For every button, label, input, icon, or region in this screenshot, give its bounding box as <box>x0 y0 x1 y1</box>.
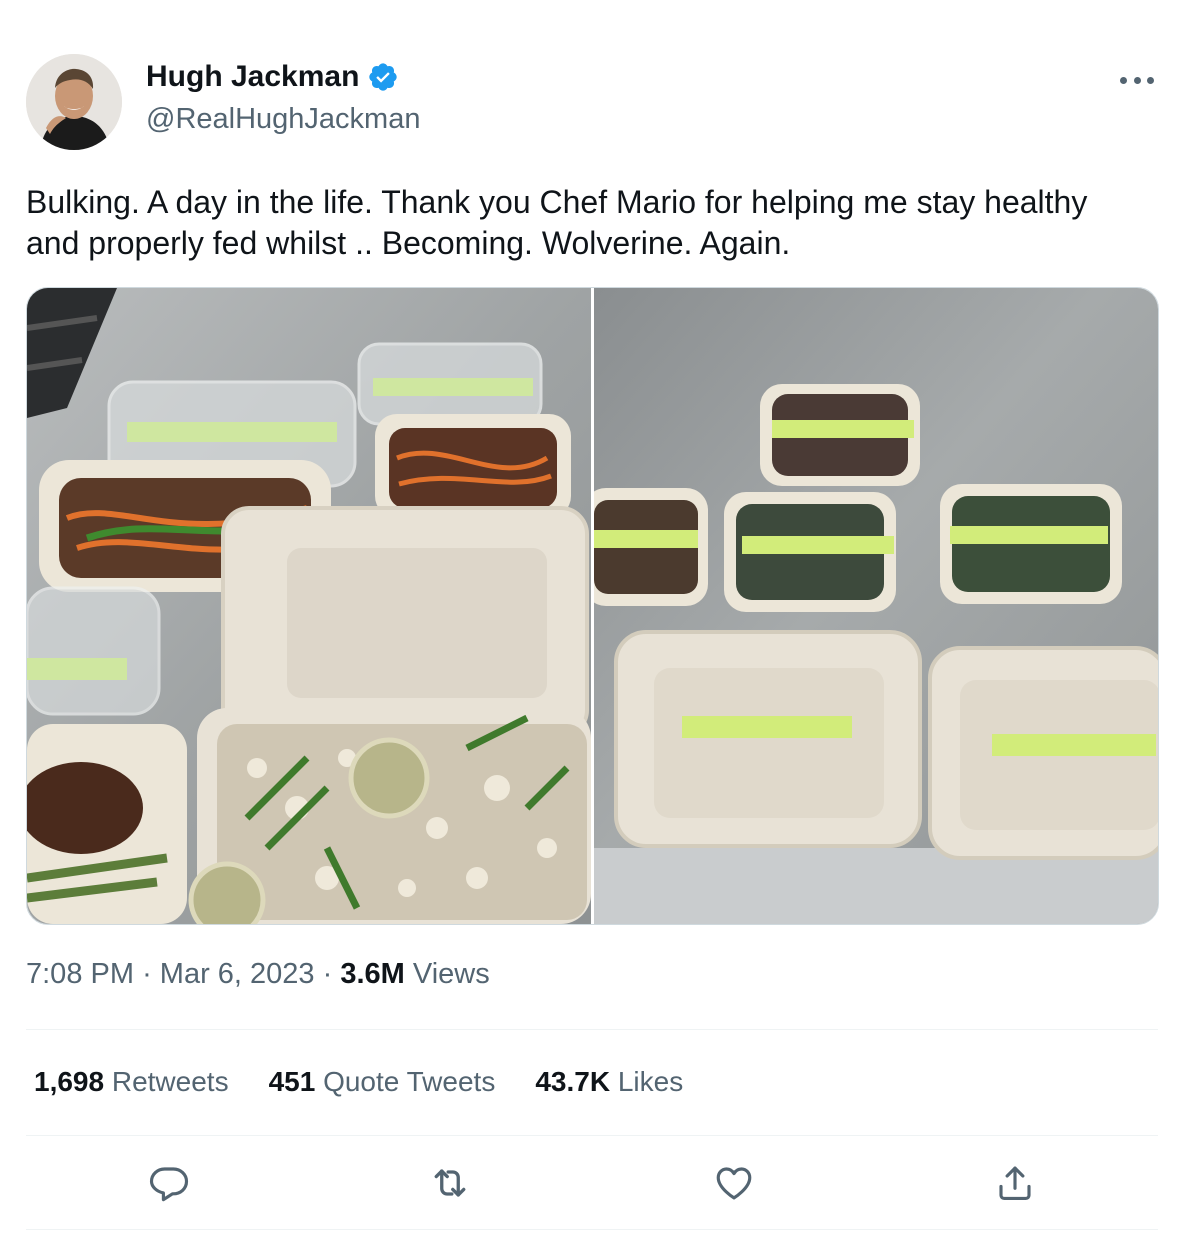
tweet-time[interactable]: 7:08 PM <box>26 958 134 990</box>
retweet-icon <box>434 1169 466 1197</box>
likes-count: 43.7K <box>535 1066 611 1097</box>
more-dot-icon <box>1133 76 1141 84</box>
verified-badge-icon <box>369 63 398 91</box>
likes-label: Likes <box>617 1066 684 1097</box>
avatar[interactable] <box>26 54 122 150</box>
tweet-photo-1[interactable] <box>27 288 591 924</box>
user-handle[interactable]: @RealHughJackman <box>146 103 420 136</box>
reply-button[interactable] <box>146 1160 192 1206</box>
meal-prep-photo-2 <box>594 288 1158 924</box>
quote-tweets-count: 451 <box>268 1066 316 1097</box>
retweets-stat[interactable]: 1,698 Retweets <box>34 1066 229 1098</box>
engagement-stats: 1,698 Retweets 451 Quote Tweets 43.7K Li… <box>34 1066 683 1098</box>
share-icon <box>999 1166 1031 1200</box>
more-dot-icon <box>1120 76 1127 84</box>
retweets-count: 1,698 <box>34 1066 105 1097</box>
views-count: 3.6M <box>340 958 405 990</box>
like-icon <box>716 1167 752 1200</box>
tweet-media <box>26 287 1159 925</box>
action-bar <box>26 1158 1158 1210</box>
quote-tweets-stat[interactable]: 451 Quote Tweets <box>269 1066 496 1098</box>
display-name-text: Hugh Jackman <box>146 60 360 93</box>
more-dot-icon <box>1147 76 1154 84</box>
views-label: Views <box>412 958 490 990</box>
tweet-meta: 7:08 PM · Mar 6, 2023 · 3.6M Views <box>26 958 490 991</box>
like-button[interactable] <box>711 1160 757 1206</box>
divider <box>26 1229 1158 1230</box>
retweet-button[interactable] <box>427 1160 473 1206</box>
reply-icon <box>149 1167 189 1202</box>
avatar-image <box>26 54 122 150</box>
likes-stat[interactable]: 43.7K Likes <box>535 1066 683 1098</box>
quote-tweets-label: Quote Tweets <box>323 1066 496 1097</box>
divider <box>26 1029 1158 1030</box>
divider <box>26 1135 1158 1136</box>
display-name[interactable]: Hugh Jackman <box>146 60 399 94</box>
tweet-date[interactable]: Mar 6, 2023 <box>160 958 315 990</box>
tweet-text: Bulking. A day in the life. Thank you Ch… <box>26 184 1088 261</box>
meta-separator: · <box>322 958 333 990</box>
tweet-photo-2[interactable] <box>594 288 1158 924</box>
meta-separator: · <box>142 958 152 990</box>
retweets-label: Retweets <box>111 1066 229 1097</box>
meal-prep-photo-1 <box>27 288 591 924</box>
share-button[interactable] <box>992 1160 1038 1206</box>
more-options-button[interactable] <box>1120 66 1154 94</box>
